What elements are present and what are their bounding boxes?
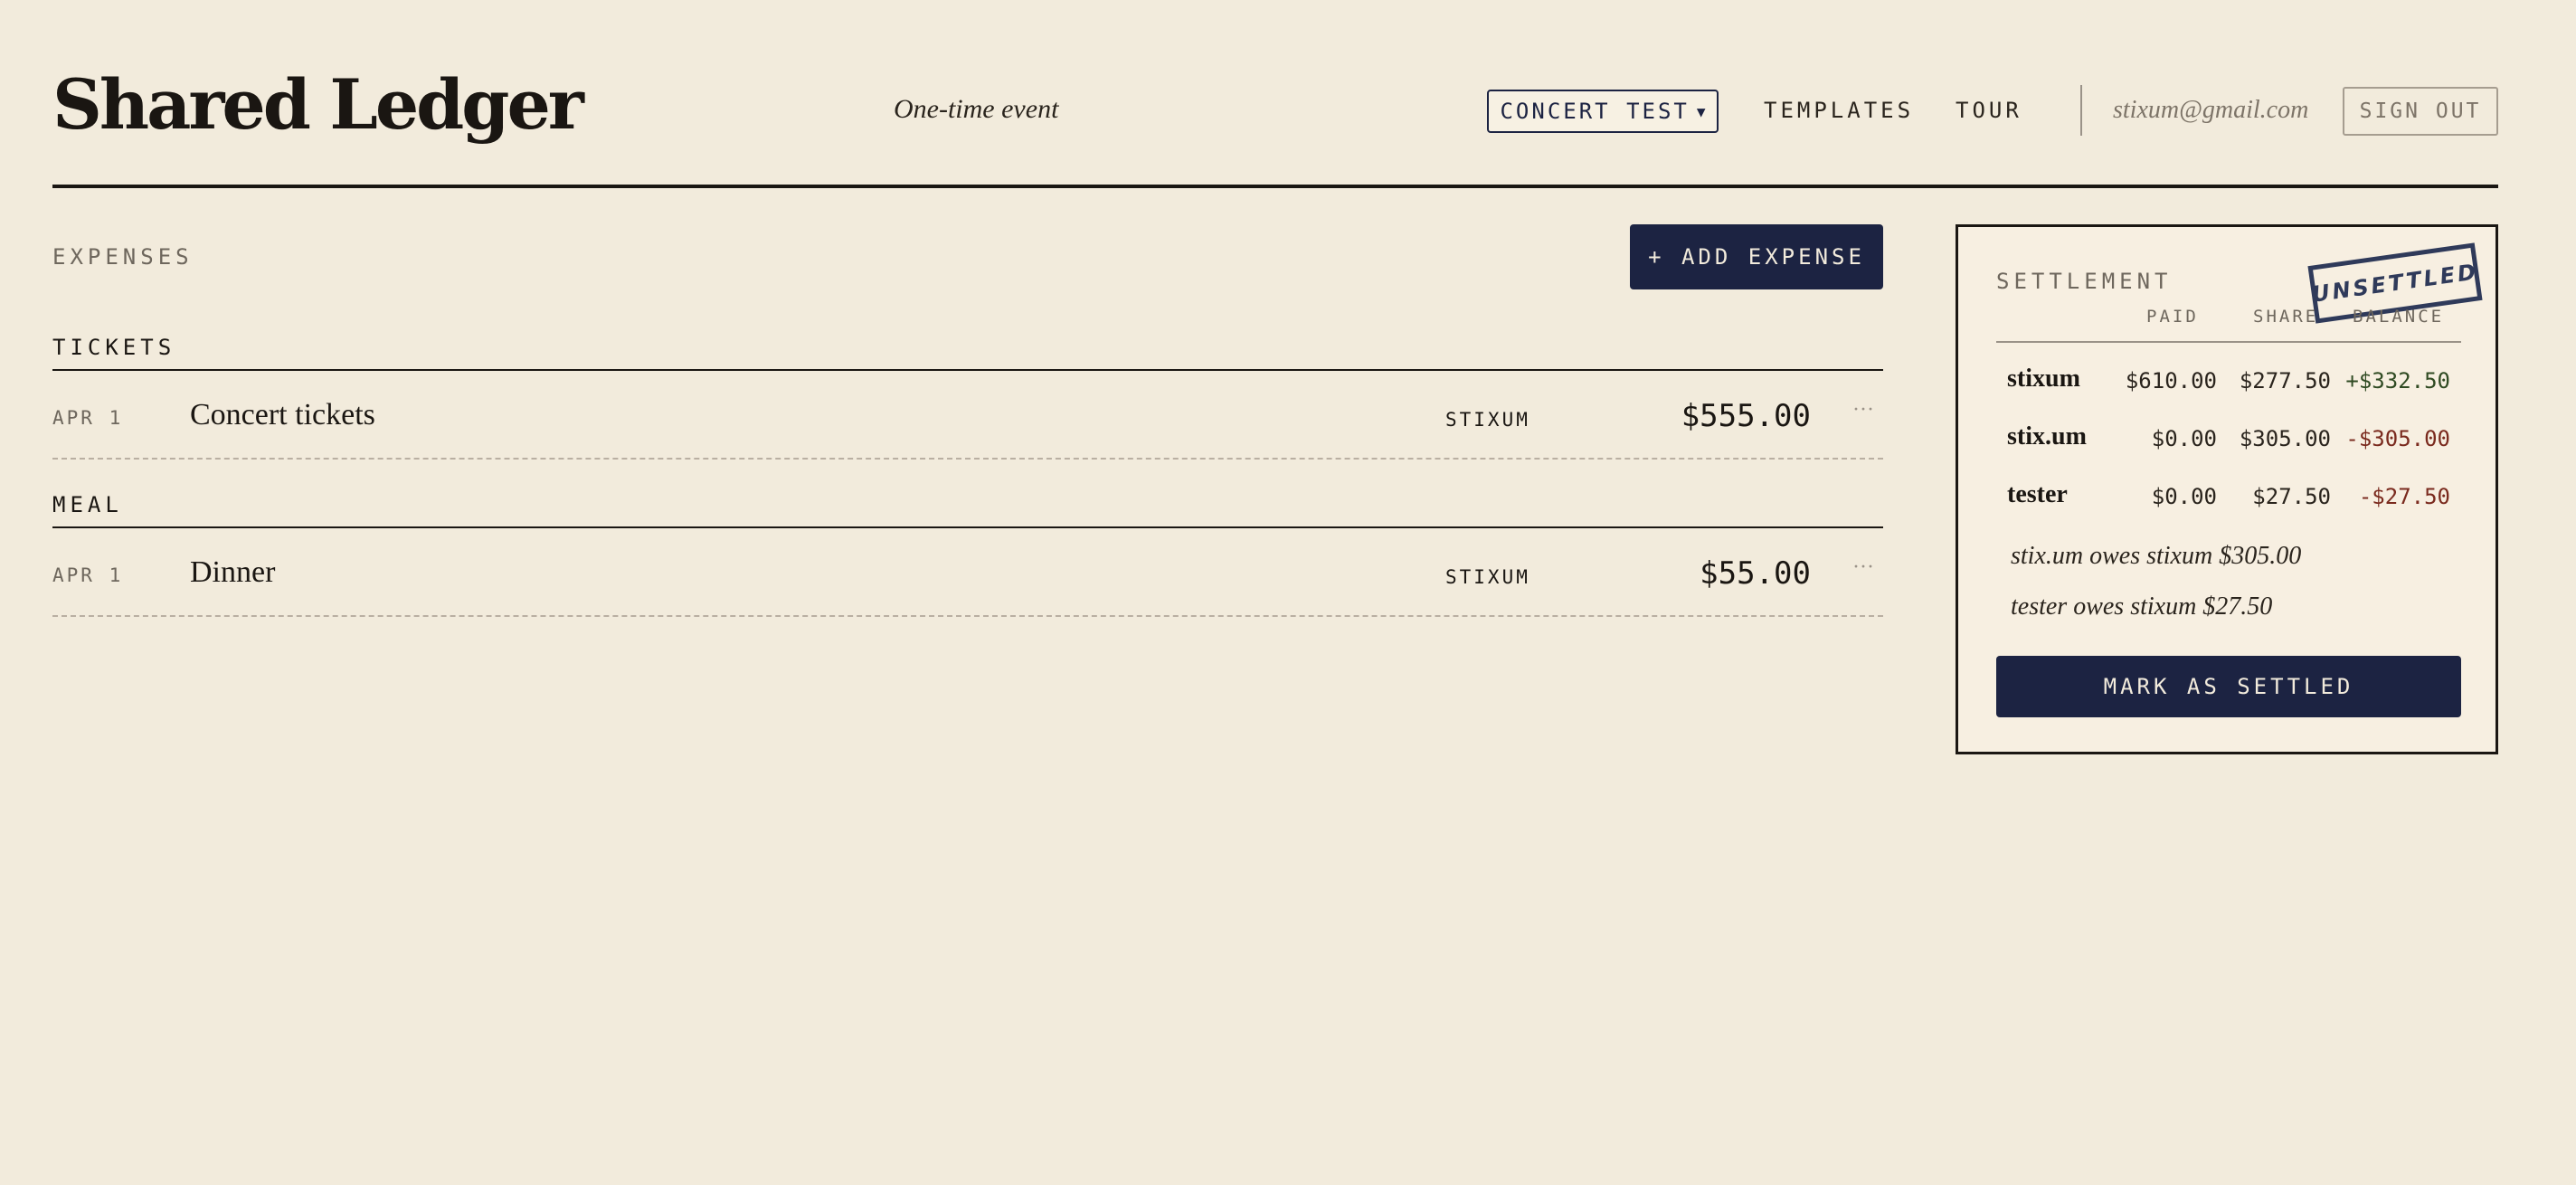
person-share: $27.50 (2252, 484, 2331, 509)
expense-payer: STIXUM (1445, 409, 1530, 431)
user-email: stixum@gmail.com (2113, 96, 2309, 124)
expense-date: APR 1 (52, 407, 124, 429)
header-divider (1996, 341, 2461, 343)
mark-as-settled-button[interactable]: MARK AS SETTLED (1996, 656, 2461, 717)
person-name: tester (2007, 480, 2068, 508)
more-options-icon[interactable]: ··· (1852, 398, 1874, 422)
person-balance: -$305.00 (2345, 426, 2450, 451)
expense-amount: $55.00 (1700, 555, 1811, 592)
expense-description: Concert tickets (190, 398, 375, 431)
nav-divider (2080, 85, 2082, 136)
person-share: $277.50 (2239, 368, 2331, 393)
expense-payer: STIXUM (1445, 566, 1530, 588)
expense-group-tickets: TICKETS APR 1 Concert tickets STIXUM $55… (52, 335, 1883, 460)
expenses-label: EXPENSES (52, 244, 194, 270)
person-balance: +$332.50 (2345, 368, 2450, 393)
app-header: Shared Ledger One-time event CONCERT TES… (52, 0, 2498, 188)
column-header-balance: BALANCE (2353, 307, 2445, 327)
event-select-dropdown[interactable]: CONCERT TEST ▼ (1487, 90, 1719, 133)
group-title: MEAL (52, 492, 1883, 528)
expense-description: Dinner (190, 555, 276, 589)
person-row: stix.um $0.00 $305.00 -$305.00 (1996, 422, 2461, 459)
more-options-icon[interactable]: ··· (1852, 555, 1874, 580)
add-expense-button[interactable]: + ADD EXPENSE (1630, 224, 1883, 289)
settlement-panel: SETTLEMENT UNSETTLED PAID SHARE BALANCE … (1956, 224, 2498, 754)
owes-line: stix.um owes stixum $305.00 (2011, 542, 2302, 570)
expense-group-meal: MEAL APR 1 Dinner STIXUM $55.00 ··· (52, 492, 1883, 617)
app-logo: Shared Ledger (52, 64, 584, 145)
person-name: stix.um (2007, 422, 2087, 450)
owes-line: tester owes stixum $27.50 (2011, 592, 2273, 621)
expense-row[interactable]: APR 1 Dinner STIXUM $55.00 ··· (52, 528, 1883, 617)
person-row: tester $0.00 $27.50 -$27.50 (1996, 480, 2461, 517)
person-paid: $0.00 (2151, 426, 2217, 451)
chevron-down-icon: ▼ (1696, 102, 1706, 120)
expense-amount: $555.00 (1681, 398, 1811, 434)
group-title: TICKETS (52, 335, 1883, 371)
event-select-label: CONCERT TEST (1500, 99, 1690, 124)
person-row: stixum $610.00 $277.50 +$332.50 (1996, 365, 2461, 401)
column-header-paid: PAID (2146, 307, 2199, 327)
event-type-subtitle: One-time event (894, 94, 1059, 124)
person-name: stixum (2007, 365, 2080, 393)
person-paid: $610.00 (2125, 368, 2217, 393)
person-balance: -$27.50 (2358, 484, 2450, 509)
person-paid: $0.00 (2151, 484, 2217, 509)
person-share: $305.00 (2239, 426, 2331, 451)
sign-out-button[interactable]: SIGN OUT (2343, 87, 2498, 136)
column-header-share: SHARE (2253, 307, 2319, 327)
nav-templates[interactable]: TEMPLATES (1764, 98, 1914, 123)
nav-tour[interactable]: TOUR (1956, 98, 2022, 123)
settlement-label: SETTLEMENT (1996, 269, 2173, 294)
expense-date: APR 1 (52, 564, 124, 586)
expense-row[interactable]: APR 1 Concert tickets STIXUM $555.00 ··· (52, 371, 1883, 460)
